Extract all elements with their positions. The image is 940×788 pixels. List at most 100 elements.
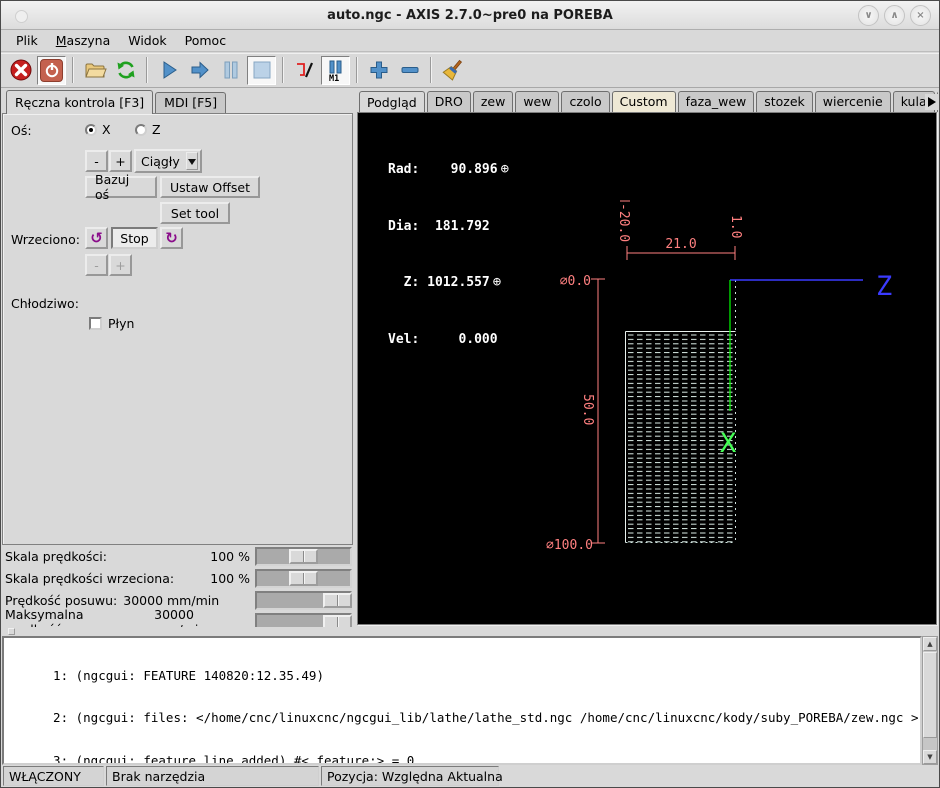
clear-plot-button[interactable] — [438, 56, 467, 85]
manual-control-panel: Ręczna kontrola [F3] MDI [F5] Oś: X Z - … — [2, 90, 353, 632]
set-tool-button[interactable]: Set tool — [160, 202, 230, 224]
toolbar-separator — [356, 57, 358, 83]
block-delete-button[interactable] — [290, 56, 319, 85]
status-bar: WŁĄCZONY Brak narzędzia Pozycja: Względn… — [1, 765, 939, 787]
pane-sash[interactable] — [1, 627, 939, 636]
axis-label: Oś: — [11, 123, 32, 138]
gcode-scrollbar[interactable]: ▲ ▼ — [922, 636, 938, 765]
slider-value: 30000 mm/min — [123, 593, 224, 608]
menu-maszyna[interactable]: Maszyna — [47, 31, 120, 50]
stop-button[interactable] — [247, 56, 276, 85]
spindle-faster-button[interactable]: + — [109, 254, 132, 276]
dim-width-label: 21.0 — [665, 237, 696, 252]
tab-podglad[interactable]: Podgląd — [359, 91, 425, 112]
set-offset-button[interactable]: Ustaw Offset — [160, 176, 260, 198]
checkbox-icon — [89, 317, 102, 330]
slider-handle[interactable] — [323, 593, 352, 608]
power-icon — [40, 59, 63, 82]
reload-button[interactable] — [111, 56, 140, 85]
tab-custom[interactable]: Custom — [612, 91, 676, 112]
spindle-override-row: Skala prędkości wrzeciona: 100 % — [2, 567, 353, 589]
gcode-line[interactable]: 2: (ngcgui: files: </home/cnc/linuxcnc/n… — [38, 711, 920, 725]
jog-minus-button[interactable]: - — [85, 150, 108, 172]
tab-wiercenie[interactable]: wiercenie — [815, 91, 891, 112]
dim-height-label: 50.0 — [580, 394, 595, 425]
slider-label: Skala prędkości: — [2, 549, 107, 564]
optional-pause-button[interactable]: M1 — [321, 56, 350, 85]
pause-button[interactable] — [216, 56, 245, 85]
radio-icon — [135, 124, 147, 136]
toolbar-separator — [282, 57, 284, 83]
scroll-down-icon[interactable]: ▼ — [923, 750, 937, 764]
scroll-up-icon[interactable]: ▲ — [923, 637, 937, 651]
feed-override-row: Skala prędkości: 100 % — [2, 545, 353, 567]
slider-value: 100 % — [210, 571, 255, 586]
spindle-stop-button[interactable]: Stop — [111, 227, 158, 249]
tab-dro[interactable]: DRO — [427, 91, 471, 112]
menu-pomoc[interactable]: Pomoc — [176, 31, 235, 50]
maximize-button[interactable]: ∧ — [884, 5, 905, 26]
reload-icon — [114, 58, 138, 82]
minimize-button[interactable]: ∨ — [858, 5, 879, 26]
zoom-in-button[interactable] — [364, 56, 393, 85]
tab-stozek[interactable]: stozek — [756, 91, 813, 112]
menu-bar: Plik Maszyna Widok Pomoc — [1, 30, 939, 52]
workpiece-hatch — [626, 332, 736, 543]
plus-icon — [367, 58, 391, 82]
gcode-line[interactable]: 3: (ngcgui: feature line added) #<_featu… — [38, 754, 920, 765]
jog-mode-select[interactable]: Ciągły — [134, 149, 202, 173]
sash-grip-icon[interactable] — [8, 628, 15, 635]
preview-canvas[interactable]: Rad: 90.896⊕ Dia: 181.792 Z: 1012.557⊕ V… — [357, 112, 937, 625]
title-bar[interactable]: auto.ngc - AXIS 2.7.0~pre0 na POREBA ∨ ∧… — [1, 1, 939, 30]
axis-x-radio[interactable]: X — [85, 122, 111, 137]
override-sliders: Skala prędkości: 100 % Skala prędkości w… — [2, 545, 353, 633]
radio-icon — [85, 124, 97, 136]
spindle-ccw-button[interactable]: ↺ — [85, 227, 108, 249]
axis-z-radio[interactable]: Z — [135, 122, 161, 137]
close-button[interactable]: × — [910, 5, 931, 26]
tab-czolo[interactable]: czolo — [561, 91, 609, 112]
tab-faza-wew[interactable]: faza_wew — [678, 91, 755, 112]
spindle-override-slider[interactable] — [255, 569, 352, 588]
tab-mdi[interactable]: MDI [F5] — [155, 92, 226, 113]
spindle-ccw-icon: ↺ — [90, 231, 103, 246]
play-icon — [157, 58, 181, 82]
chevron-down-icon — [186, 152, 198, 170]
spindle-slower-button[interactable]: - — [85, 254, 108, 276]
gcode-listing[interactable]: 1: (ngcgui: FEATURE 140820:12.35.49) 2: … — [2, 636, 922, 765]
jog-speed-slider[interactable] — [255, 591, 352, 610]
tab-wew[interactable]: wew — [515, 91, 559, 112]
home-axis-button[interactable]: Bazuj oś — [85, 176, 157, 198]
toolbar: M1 — [1, 53, 939, 88]
tab-manual-control[interactable]: Ręczna kontrola [F3] — [6, 90, 153, 114]
manual-control-frame: Oś: X Z - + Ciągły Bazuj oś Ustaw Offset… — [2, 113, 353, 545]
slider-handle[interactable] — [289, 571, 318, 586]
slider-handle[interactable] — [289, 549, 318, 564]
gcode-line[interactable]: 1: (ngcgui: FEATURE 140820:12.35.49) — [38, 669, 920, 683]
toolbar-separator — [72, 57, 74, 83]
slider-value: 100 % — [210, 549, 255, 564]
step-button[interactable] — [185, 56, 214, 85]
spindle-cw-icon: ↻ — [165, 231, 178, 246]
spindle-cw-button[interactable]: ↻ — [160, 227, 183, 249]
z-axis-label: Z — [876, 271, 892, 302]
jog-plus-button[interactable]: + — [109, 150, 132, 172]
menu-widok[interactable]: Widok — [119, 31, 175, 50]
open-file-button[interactable] — [80, 56, 109, 85]
machine-power-button[interactable] — [37, 56, 66, 85]
spindle-label: Wrzeciono: — [11, 232, 80, 247]
slider-label: Skala prędkości wrzeciona: — [2, 571, 174, 586]
tab-zew[interactable]: zew — [473, 91, 513, 112]
window-menu-icon[interactable] — [15, 10, 28, 23]
zoom-out-button[interactable] — [395, 56, 424, 85]
feed-override-slider[interactable] — [255, 547, 352, 566]
estop-button[interactable] — [6, 56, 35, 85]
tool-info-cell: Brak narzędzia — [106, 766, 319, 786]
menu-plik[interactable]: Plik — [7, 31, 47, 50]
scrollbar-thumb[interactable] — [923, 652, 937, 738]
flood-checkbox[interactable]: Płyn — [89, 316, 134, 331]
backplot: 21.0 -20.0 1.0 ⌀0.0 50.0 ⌀100.0 Z X — [358, 113, 936, 624]
step-arrow-icon — [188, 58, 212, 82]
tabs-scroll-right-icon[interactable] — [925, 94, 938, 110]
run-button[interactable] — [154, 56, 183, 85]
